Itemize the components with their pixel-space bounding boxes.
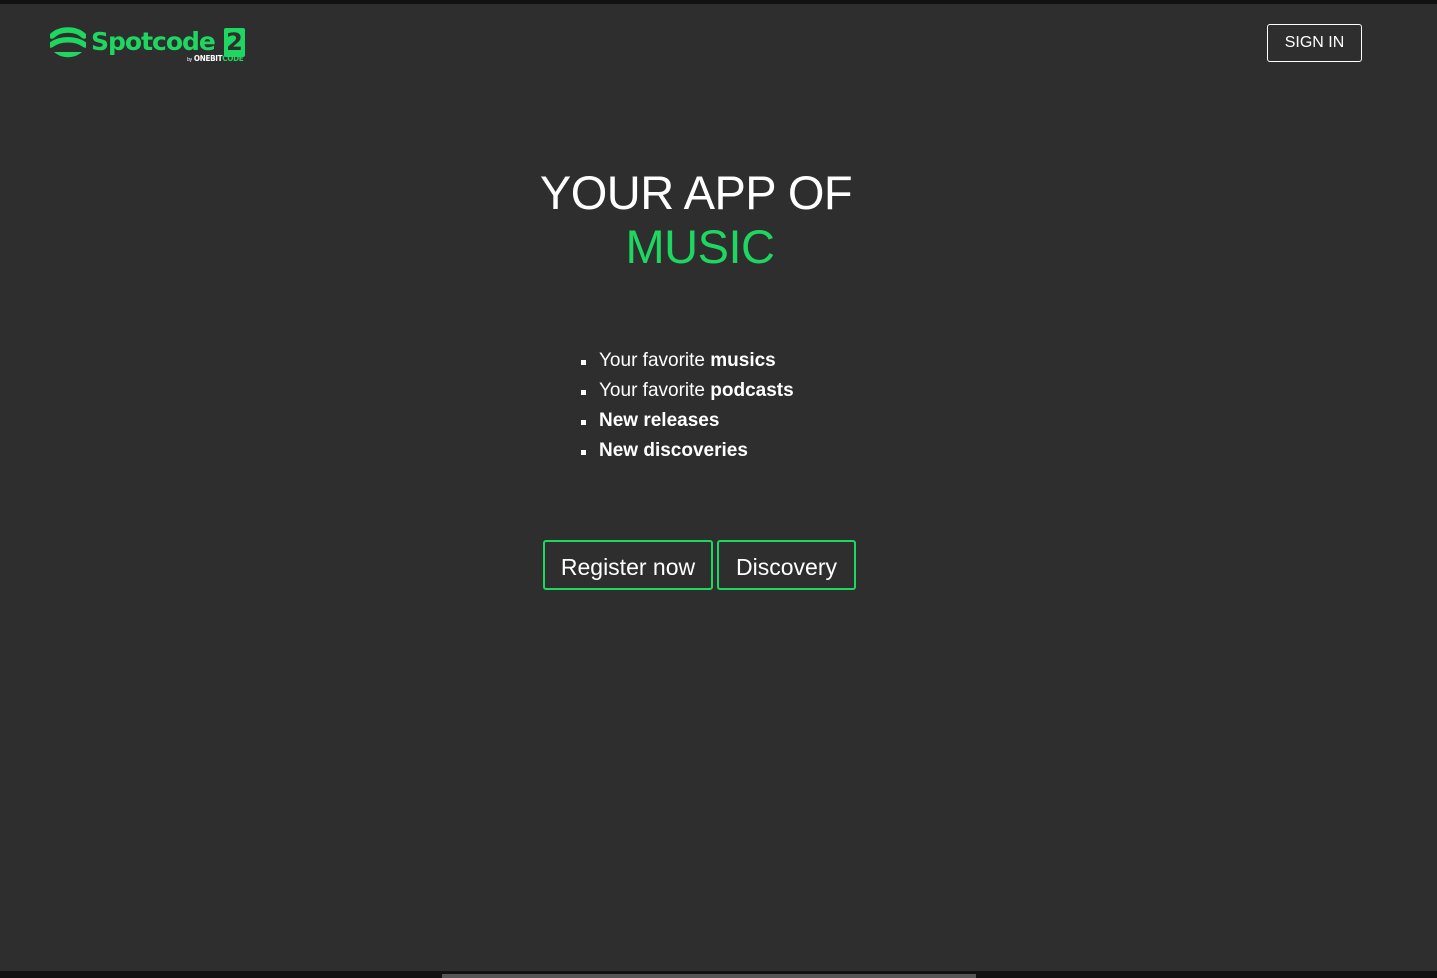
horizontal-scrollbar[interactable]	[442, 974, 976, 978]
feature-item-highlight: musics	[710, 350, 776, 371]
feature-list: Your favorite musics Your favorite podca…	[578, 346, 794, 466]
feature-item: Your favorite podcasts	[578, 376, 794, 406]
feature-item-highlight: podcasts	[710, 380, 794, 401]
byline-company-left: ONEBIT	[193, 54, 223, 63]
brand-byline: by ONEBITCODE	[187, 54, 244, 63]
byline-company-right: CODE	[222, 54, 244, 63]
spotcode-logo-icon	[50, 27, 86, 58]
hero-title: YOUR APP OF MUSIC	[0, 166, 1392, 274]
feature-item: New discoveries	[578, 436, 794, 466]
byline-by: by	[187, 57, 192, 63]
feature-item-prefix: Your favorite	[599, 350, 711, 371]
hero-title-accent: MUSIC	[625, 220, 775, 273]
feature-item: Your favorite musics	[578, 346, 794, 376]
feature-item: New releases	[578, 406, 794, 436]
sign-in-button[interactable]: SIGN IN	[1267, 24, 1362, 62]
window-top-border	[0, 0, 1437, 4]
brand-logo[interactable]: Spotcode 2 by ONEBITCODE	[50, 24, 250, 68]
discovery-button[interactable]: Discovery	[717, 540, 856, 590]
feature-item-highlight: New discoveries	[599, 440, 748, 461]
hero-title-line1: YOUR APP OF	[539, 166, 853, 219]
register-now-button[interactable]: Register now	[543, 540, 713, 590]
feature-item-prefix: Your favorite	[599, 380, 711, 401]
feature-item-highlight: New releases	[599, 410, 720, 431]
brand-version-badge: 2	[224, 28, 245, 57]
